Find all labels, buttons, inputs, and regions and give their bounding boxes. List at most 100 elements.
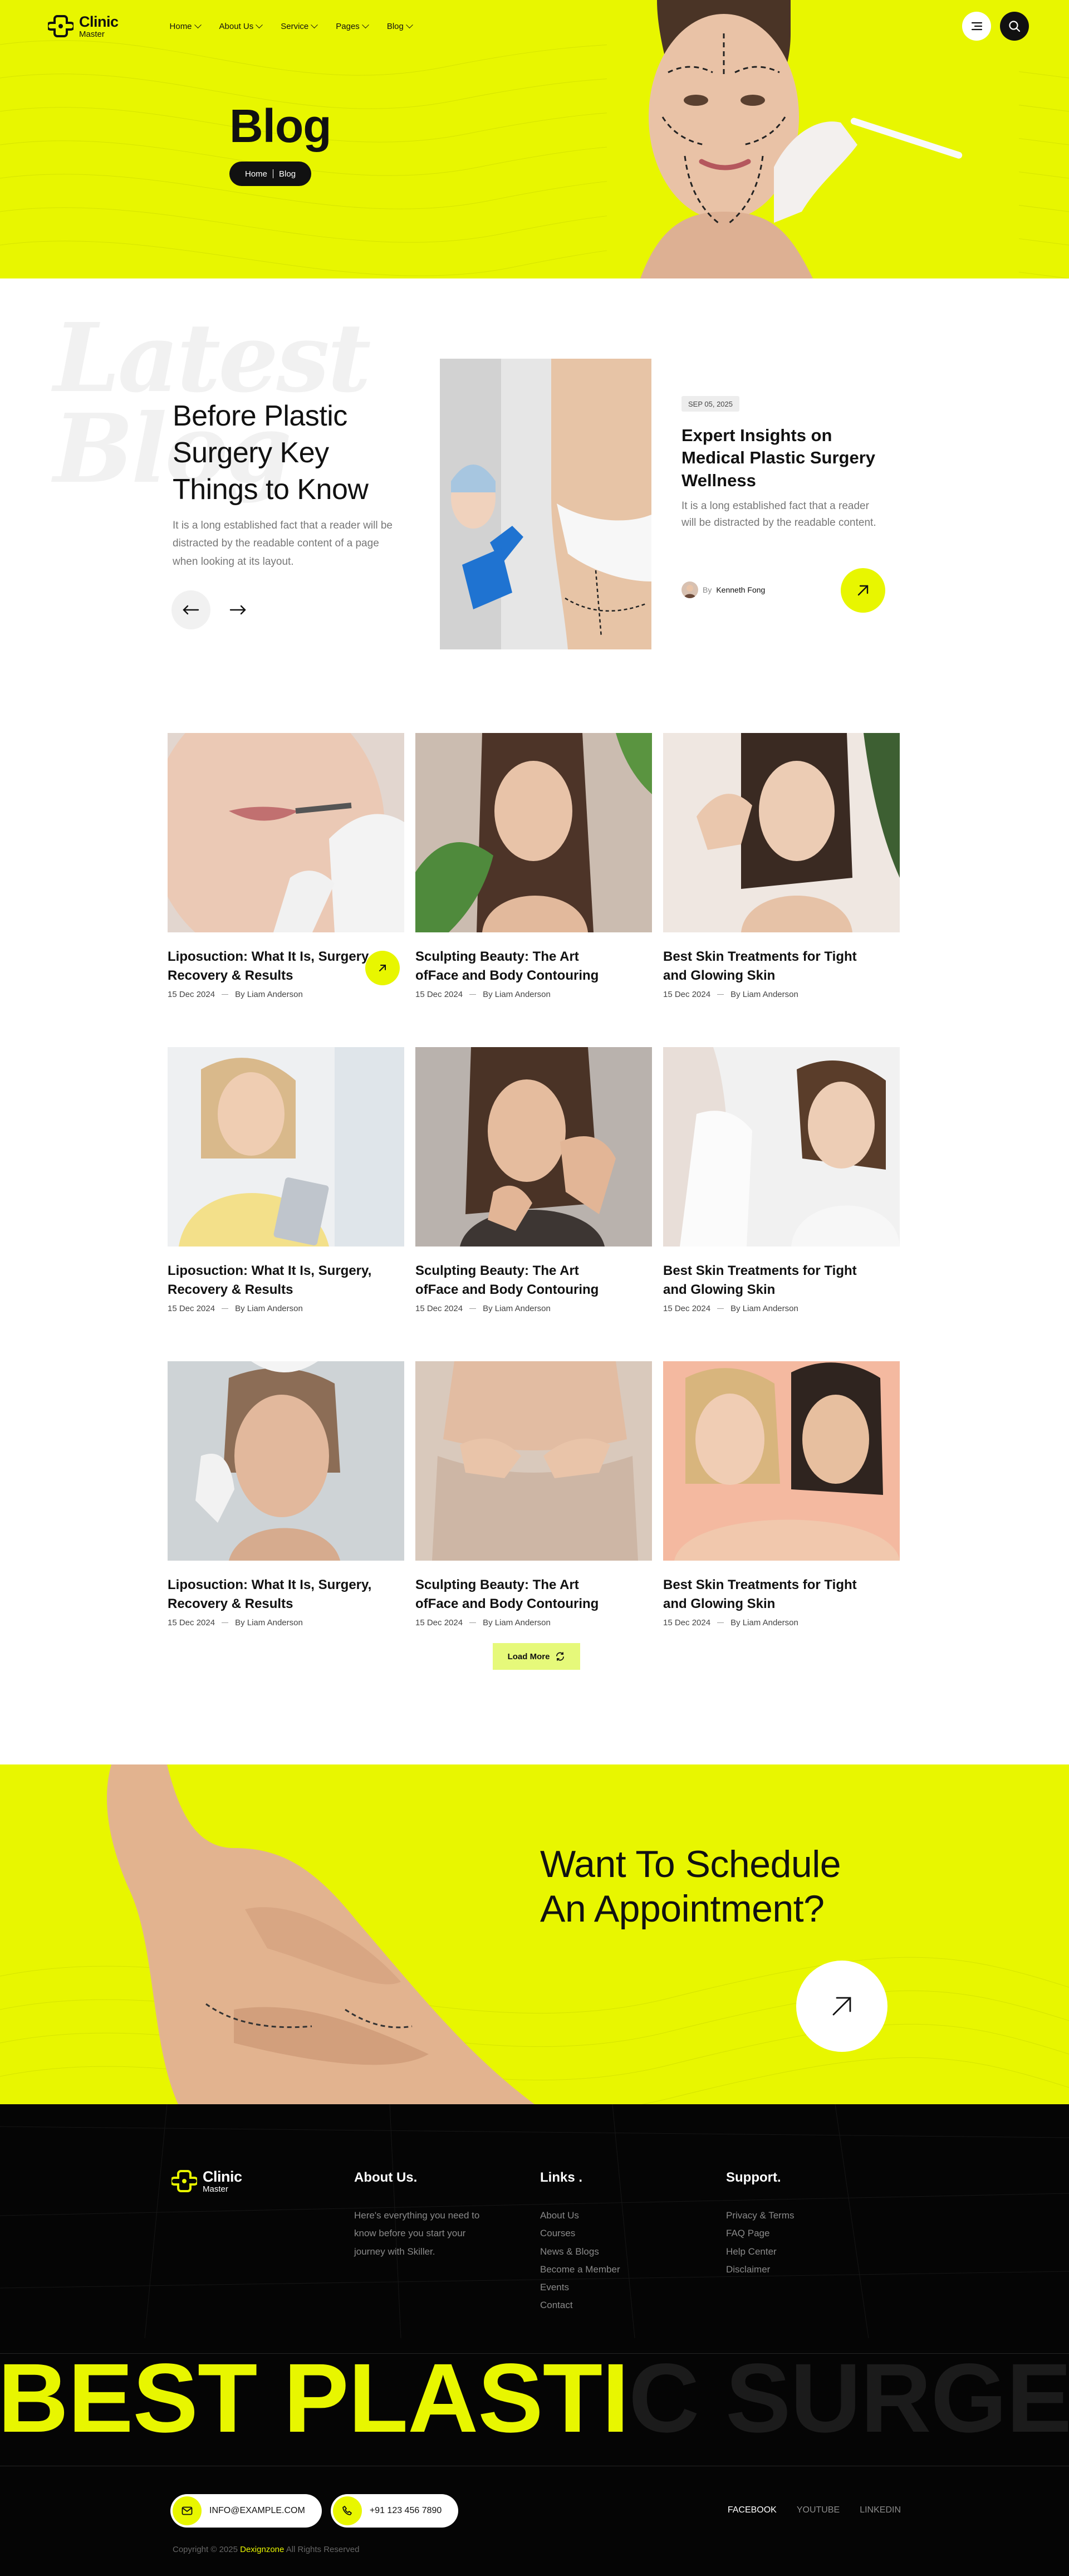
email-pill[interactable]: INFO@EXAMPLE.COM [170,2494,322,2528]
footer-logo[interactable]: Clinic Master [171,2168,242,2194]
slider-controls [171,590,257,629]
blog-card[interactable]: Best Skin Treatments for Tight and Glowi… [663,733,900,999]
next-button[interactable] [218,590,257,629]
blog-card-title[interactable]: Best Skin Treatments for Tight and Glowi… [663,1576,869,1614]
load-more-button[interactable]: Load More [493,1643,580,1670]
footer-brand-name: Clinic [203,2168,242,2185]
footer: Clinic Master About Us. Here's everythin… [0,2104,1069,2576]
nav-item-about[interactable]: About Us [219,21,263,31]
blog-card[interactable]: Sculpting Beauty: The Art ofFace and Bod… [415,1361,652,1627]
blog-card-title[interactable]: Sculpting Beauty: The Art ofFace and Bod… [415,947,621,985]
footer-links-column: Links . About Us Courses News & Blogs Be… [540,2170,620,2315]
footer-link-about[interactable]: About Us [540,2207,620,2225]
nav-item-label: Service [281,21,309,31]
search-icon [1009,21,1021,32]
blog-card-title[interactable]: Sculpting Beauty: The Art ofFace and Bod… [415,1262,621,1299]
page-title: Blog [229,100,332,152]
appointment-button[interactable] [796,1961,887,2052]
ghost-heading-line: Latest [53,302,371,414]
featured-text: It is a long established fact that a rea… [173,520,393,568]
blog-card-image [663,1047,900,1247]
arrow-up-right-icon [832,1997,851,2016]
footer-link-contact[interactable]: Contact [540,2296,620,2314]
breadcrumb-home[interactable]: Home [245,169,267,179]
featured-image [440,359,651,649]
mail-icon [173,2496,202,2525]
meta-divider [222,994,229,995]
nav-item-blog[interactable]: Blog [386,21,413,31]
footer-about-text: Here's everything you need to know befor… [354,2210,480,2257]
blog-card-image [168,1047,404,1247]
footer-link-events[interactable]: Events [540,2279,620,2296]
blog-card-read-button[interactable] [365,951,400,985]
footer-link-faq[interactable]: FAQ Page [726,2225,795,2242]
blog-card[interactable]: Liposuction: What It Is, Surgery, Recove… [151,694,404,999]
blog-card-title[interactable]: Sculpting Beauty: The Art ofFace and Bod… [415,1576,621,1614]
blog-card-date: 15 Dec 2024 [415,1304,463,1314]
blog-card[interactable]: Sculpting Beauty: The Art ofFace and Bod… [415,733,652,999]
blog-card-title[interactable]: Liposuction: What It Is, Surgery, Recove… [168,947,374,985]
menu-icon [971,22,983,31]
author-name[interactable]: Kenneth Fong [716,585,765,594]
footer-link-member[interactable]: Become a Member [540,2261,620,2279]
blog-card[interactable]: Best Skin Treatments for Tight and Glowi… [663,1047,900,1313]
social-linkedin[interactable]: LINKEDIN [860,2505,901,2515]
blog-card-image [151,694,404,961]
copyright: Copyright © 2025 Dexignzone All Rights R… [173,2545,359,2554]
blog-card-image [663,1361,900,1561]
blog-card-title[interactable]: Best Skin Treatments for Tight and Glowi… [663,947,869,985]
blog-card-image [415,1361,652,1561]
featured-card-title[interactable]: Expert Insights on Medical Plastic Surge… [681,424,887,492]
footer-link-courses[interactable]: Courses [540,2225,620,2242]
meta-divider [222,1308,229,1309]
blog-card[interactable]: Liposuction: What It Is, Surgery, Recove… [168,1361,404,1627]
appointment-title-line: Want To Schedule [540,1843,841,1885]
footer-link-disclaimer[interactable]: Disclaimer [726,2261,795,2279]
blog-card-title[interactable]: Best Skin Treatments for Tight and Glowi… [663,1262,869,1299]
blog-card-date: 15 Dec 2024 [415,1618,463,1628]
meta-divider [469,994,477,995]
brand-logo[interactable]: Clinic Master [48,13,119,39]
load-more-label: Load More [507,1651,550,1661]
nav-item-home[interactable]: Home [170,21,202,31]
nav-item-service[interactable]: Service [281,21,318,31]
email-text: INFO@EXAMPLE.COM [209,2506,305,2515]
footer-brand-tagline: Master [203,2184,228,2194]
blog-card-meta: 15 Dec 2024 By Liam Anderson [415,1618,652,1627]
blog-card-title[interactable]: Liposuction: What It Is, Surgery, Recove… [168,1262,374,1299]
social-facebook[interactable]: FACEBOOK [728,2505,777,2515]
chevron-down-icon [194,21,202,28]
nav-item-label: Blog [386,21,404,31]
marquee-highlight: BEST PLASTI [0,2344,629,2453]
blog-card[interactable]: Sculpting Beauty: The Art ofFace and Bod… [415,1047,652,1313]
blog-card-meta: 15 Dec 2024 By Liam Anderson [168,990,404,999]
blog-card-date: 15 Dec 2024 [168,990,215,1000]
blog-card-title[interactable]: Liposuction: What It Is, Surgery, Recove… [168,1576,374,1614]
blog-card[interactable]: Best Skin Treatments for Tight and Glowi… [663,1361,900,1627]
appointment-title-line: An Appointment? [540,1887,825,1930]
footer-link-help[interactable]: Help Center [726,2243,795,2261]
prev-button[interactable] [171,590,210,629]
blog-card-date: 15 Dec 2024 [168,1304,215,1314]
blog-card-image [663,733,900,932]
social-youtube[interactable]: YOUTUBE [797,2505,840,2515]
refresh-icon [556,1652,565,1661]
blog-card-image [415,1047,652,1247]
phone-pill[interactable]: +91 123 456 7890 [330,2494,459,2528]
copyright-brand[interactable]: Dexignzone [240,2545,284,2554]
copyright-suffix: All Rights Reserved [286,2545,360,2554]
blog-card[interactable]: Liposuction: What It Is, Surgery, Recove… [168,1047,404,1313]
blog-card-author: By Liam Anderson [483,1618,551,1628]
blog-grid: Liposuction: What It Is, Surgery, Recove… [151,694,901,1627]
footer-support-heading: Support. [726,2170,781,2185]
menu-button[interactable] [962,12,991,41]
blog-card-author: By Liam Anderson [730,1304,798,1314]
footer-link-privacy[interactable]: Privacy & Terms [726,2207,795,2225]
footer-link-news[interactable]: News & Blogs [540,2243,620,2261]
meta-divider [469,1622,477,1624]
blog-card-image [415,733,652,932]
nav-item-pages[interactable]: Pages [336,21,369,31]
featured-read-more-button[interactable] [841,568,885,613]
search-button[interactable] [1000,12,1029,41]
social-links: FACEBOOK YOUTUBE LINKEDIN [728,2505,901,2515]
